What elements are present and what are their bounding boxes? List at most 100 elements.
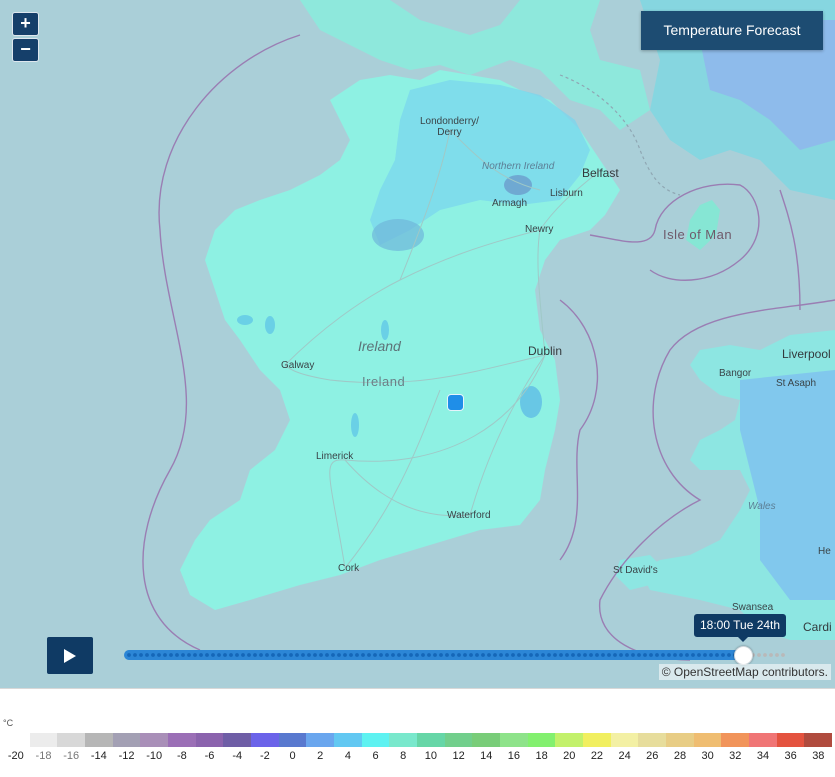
label-swansea: Swansea [732,602,774,613]
legend-label: 8 [400,750,407,762]
timeline-step [715,653,719,657]
timeline-step [433,653,437,657]
timeline-step [607,653,611,657]
zoom-out-button[interactable]: − [12,38,39,62]
temperature-forecast-button[interactable]: Temperature Forecast [641,11,823,50]
timeline-step [775,653,779,657]
timeline-step [601,653,605,657]
timeline-step [259,653,263,657]
timeline-step [625,653,629,657]
legend-label: 34 [756,750,770,762]
timeline-step [475,653,479,657]
label-isle-of-man: Isle of Man [663,227,733,242]
legend-swatch [776,733,805,747]
timeline-step [721,653,725,657]
label-belfast: Belfast [582,166,619,180]
timeline-step [295,653,299,657]
timeline-step [727,653,731,657]
map-view[interactable]: Londonderry/ Derry Northern Ireland Belf… [0,0,835,689]
timeline-step [619,653,623,657]
timeline-step [463,653,467,657]
timeline-step [187,653,191,657]
timeline-progress [124,650,742,660]
timeline-step [547,653,551,657]
zoom-control: + − [12,12,39,62]
label-newry: Newry [525,224,554,235]
label-dublin: Dublin [528,344,563,358]
timeline-step [655,653,659,657]
timeline-handle[interactable] [734,646,753,665]
timeline-step [409,653,413,657]
timeline-step [253,653,257,657]
label-lisburn: Lisburn [550,188,583,199]
legend-swatch [610,733,639,747]
timeline-step [481,653,485,657]
timeline-step [211,653,215,657]
legend-label: 18 [535,750,548,762]
timeline-step [673,653,677,657]
timeline-step [613,653,617,657]
legend-swatch [583,733,611,747]
timeline-step [589,653,593,657]
timeline-slider[interactable] [124,648,788,662]
label-hereford: He [818,546,831,557]
timeline-step [691,653,695,657]
legend-swatch [57,733,86,747]
play-button[interactable] [47,637,93,674]
timeline-step [583,653,587,657]
timeline-step [595,653,599,657]
timeline-step [703,653,707,657]
label-st-asaph: St Asaph [776,378,817,389]
label-bangor: Bangor [719,368,752,379]
legend-label: -6 [204,750,215,762]
legend-label: -10 [146,750,163,762]
timeline-step [235,653,239,657]
timeline-step [127,653,131,657]
legend-unit: °C [3,718,14,728]
legend-swatch [112,733,141,747]
legend-label: 0 [289,750,296,762]
legend-swatch [278,733,307,747]
location-marker[interactable] [447,394,464,411]
legend-swatch [361,733,390,747]
timeline-step [289,653,293,657]
timeline-step [205,653,209,657]
timeline-step [379,653,383,657]
legend-swatch [666,733,694,747]
timeline-step [451,653,455,657]
legend-label: 4 [344,750,351,762]
timeline-step [343,653,347,657]
legend-swatch [804,733,833,747]
label-waterford: Waterford [447,510,491,521]
timeline-step [493,653,497,657]
legend-label: 20 [563,750,576,762]
timeline-step [241,653,245,657]
legend-label: -20 [7,750,24,762]
label-cardiff: Cardi [803,620,832,634]
legend-label: -8 [176,750,187,762]
label-st-davids: St David's [613,565,658,576]
timeline-step [175,653,179,657]
map-attribution[interactable]: © OpenStreetMap contributors. [658,664,831,680]
timeline-step [445,653,449,657]
timeline-step [649,653,653,657]
timeline-step [145,653,149,657]
legend-label: 12 [452,750,465,762]
legend-label: 38 [812,750,825,762]
legend-swatch [251,733,279,747]
timeline-step [523,653,527,657]
legend-label: 26 [646,750,659,762]
label-galway: Galway [281,360,315,371]
legend-swatch [527,733,556,747]
legend-label: 28 [673,750,687,762]
timeline-step [667,653,671,657]
timeline-step [199,653,203,657]
timeline-step [229,653,233,657]
timeline-step [133,653,137,657]
timeline-step [499,653,503,657]
legend-swatch [638,733,667,747]
legend-swatch [444,733,473,747]
timeline-step [535,653,539,657]
label-liverpool: Liverpool [782,347,831,361]
zoom-in-button[interactable]: + [12,12,39,36]
